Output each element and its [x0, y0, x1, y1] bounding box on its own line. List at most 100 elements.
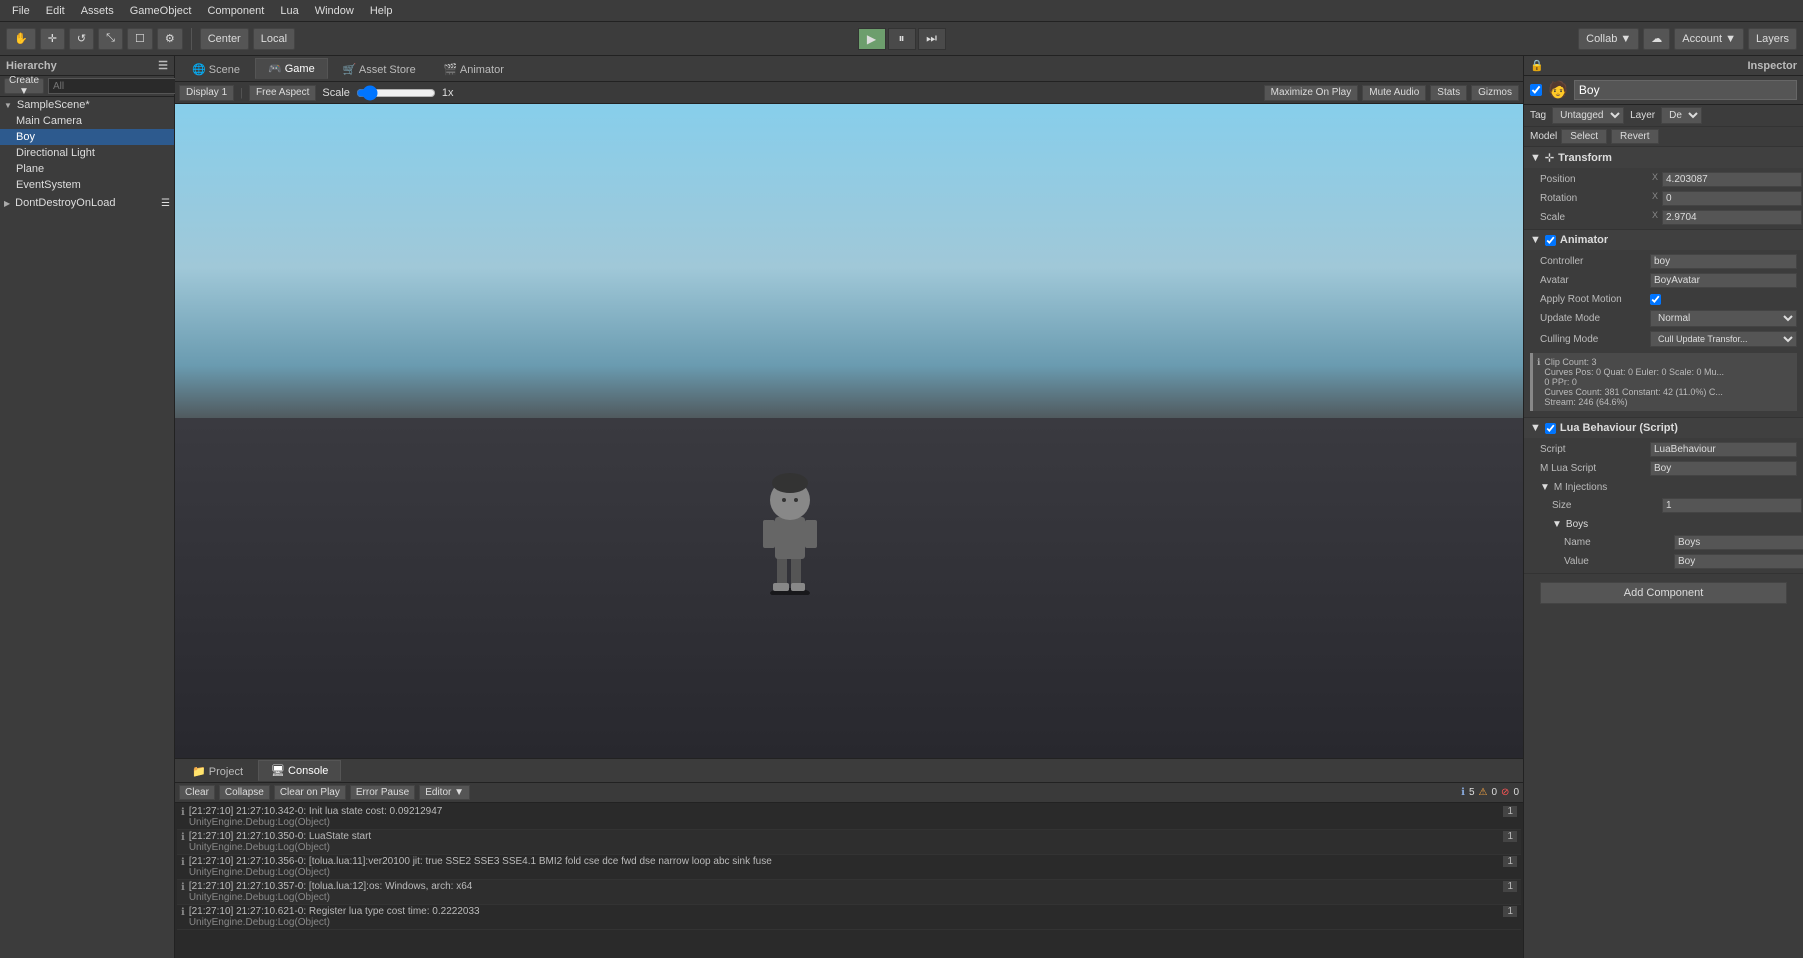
rot-x-input[interactable]	[1662, 191, 1802, 206]
bottom-tab-bar: 📁 Project 🖥 Console	[175, 759, 1523, 783]
apply-root-motion-checkbox[interactable]	[1650, 294, 1661, 305]
play-button[interactable]: ▶	[858, 28, 886, 50]
menu-window[interactable]: Window	[307, 3, 362, 19]
menu-edit[interactable]: Edit	[38, 3, 73, 19]
console-info-icon-4: ℹ	[181, 907, 185, 918]
cloud-button[interactable]: ☁	[1643, 28, 1670, 50]
value-input[interactable]	[1674, 554, 1803, 569]
hierarchy-dont-destroy[interactable]: ▶ DontDestroyOnLoad ☰	[0, 195, 174, 211]
tab-game[interactable]: 🎮 Game	[255, 58, 328, 79]
tool-transform[interactable]: ⚙	[157, 28, 183, 50]
boys-expand-icon[interactable]: ▼	[1552, 519, 1562, 530]
object-active-checkbox[interactable]	[1530, 84, 1542, 96]
tool-rotate[interactable]: ↺	[69, 28, 94, 50]
editor-dropdown[interactable]: Editor ▼	[419, 785, 470, 800]
scale-slider[interactable]	[356, 88, 436, 98]
lua-behaviour-header[interactable]: ▼ Lua Behaviour (Script)	[1524, 418, 1803, 438]
tab-game-icon: 🎮	[268, 63, 285, 75]
transform-icon: ⊹	[1545, 151, 1554, 164]
display-dropdown[interactable]: Display 1	[179, 85, 234, 101]
add-component-btn[interactable]: Add Component	[1540, 582, 1787, 604]
hierarchy-item-main-camera[interactable]: Main Camera	[0, 113, 174, 129]
console-line-0[interactable]: ℹ [21:27:10] 21:27:10.342-0: Init lua st…	[177, 805, 1521, 830]
controller-input[interactable]	[1650, 254, 1797, 269]
position-label: Position	[1540, 174, 1650, 185]
object-name-input[interactable]	[1574, 80, 1797, 100]
collapse-btn[interactable]: Collapse	[219, 785, 270, 800]
avatar-input[interactable]	[1650, 273, 1797, 288]
collab-button[interactable]: Collab ▼	[1578, 28, 1639, 50]
tab-scene[interactable]: 🌐 Scene	[179, 59, 253, 79]
maximize-on-play-btn[interactable]: Maximize On Play	[1264, 85, 1359, 101]
name-input[interactable]	[1674, 535, 1803, 550]
clear-on-play-btn[interactable]: Clear on Play	[274, 785, 346, 800]
warning-count: 0	[1491, 787, 1497, 798]
hierarchy-item-event-system[interactable]: EventSystem	[0, 177, 174, 193]
console-sub-1: UnityEngine.Debug:Log(Object)	[189, 842, 371, 853]
culling-mode-dropdown[interactable]: Cull Update Transfor...	[1650, 331, 1797, 347]
tool-move[interactable]: ✛	[40, 28, 65, 50]
pause-button[interactable]: ⏸	[888, 28, 916, 50]
lua-behaviour-component: ▼ Lua Behaviour (Script) Script M Lua Sc…	[1524, 418, 1803, 574]
gizmos-btn[interactable]: Gizmos	[1471, 85, 1519, 101]
menu-file[interactable]: File	[4, 3, 38, 19]
space-button[interactable]: Local	[253, 28, 295, 50]
tool-hand[interactable]: ✋	[6, 28, 36, 50]
tag-dropdown[interactable]: Untagged	[1552, 107, 1624, 124]
layer-label: Layer	[1630, 110, 1655, 121]
hierarchy-item-directional-light[interactable]: Directional Light	[0, 145, 174, 161]
script-input[interactable]	[1650, 442, 1797, 457]
menu-help[interactable]: Help	[362, 3, 401, 19]
layers-button[interactable]: Layers	[1748, 28, 1797, 50]
lua-enabled-checkbox[interactable]	[1545, 423, 1556, 434]
transform-title: Transform	[1558, 152, 1612, 164]
menu-component[interactable]: Component	[199, 3, 272, 19]
clear-btn[interactable]: Clear	[179, 785, 215, 800]
hierarchy-menu-icon[interactable]: ☰	[158, 59, 168, 72]
scale-x-input[interactable]	[1662, 210, 1802, 225]
console-line-4[interactable]: ℹ [21:27:10] 21:27:10.621-0: Register lu…	[177, 905, 1521, 930]
aspect-dropdown[interactable]: Free Aspect	[249, 85, 316, 101]
account-button[interactable]: Account ▼	[1674, 28, 1744, 50]
m-injections-expand[interactable]: ▼	[1540, 482, 1550, 493]
hierarchy-search[interactable]	[48, 78, 190, 94]
error-pause-btn[interactable]: Error Pause	[350, 785, 415, 800]
revert-btn[interactable]: Revert	[1611, 129, 1658, 144]
tab-project[interactable]: 📁 Project	[179, 761, 256, 781]
animator-header[interactable]: ▼ Animator	[1524, 230, 1803, 250]
layer-dropdown[interactable]: De	[1661, 107, 1702, 124]
menu-lua[interactable]: Lua	[272, 3, 306, 19]
hierarchy-create-btn[interactable]: Create ▼	[4, 78, 44, 94]
pos-x-input[interactable]	[1662, 172, 1802, 187]
tab-animator[interactable]: 🎬 Animator	[431, 59, 517, 79]
console-content[interactable]: ℹ [21:27:10] 21:27:10.342-0: Init lua st…	[175, 803, 1523, 958]
menu-assets[interactable]: Assets	[73, 3, 122, 19]
pivot-button[interactable]: Center	[200, 28, 249, 50]
tab-asset-store[interactable]: 🛒 Asset Store	[330, 59, 429, 79]
size-input[interactable]	[1662, 498, 1802, 513]
animator-enabled-checkbox[interactable]	[1545, 235, 1556, 246]
transform-header[interactable]: ▼ ⊹ Transform	[1524, 147, 1803, 168]
console-line-3[interactable]: ℹ [21:27:10] 21:27:10.357-0: [tolua.lua:…	[177, 880, 1521, 905]
select-btn[interactable]: Select	[1561, 129, 1607, 144]
tool-rect[interactable]: ☐	[127, 28, 153, 50]
hierarchy-item-boy[interactable]: Boy	[0, 129, 174, 145]
info-icon-box: ℹ	[1537, 357, 1540, 407]
tab-console[interactable]: 🖥 Console	[258, 760, 341, 781]
m-lua-script-input[interactable]	[1650, 461, 1797, 476]
tag-layer-row: Tag Untagged Layer De	[1524, 105, 1803, 127]
update-mode-dropdown[interactable]: Normal	[1650, 310, 1797, 327]
hierarchy-scene-root[interactable]: ▼ SampleScene*	[0, 97, 174, 113]
console-line-1[interactable]: ℹ [21:27:10] 21:27:10.350-0: LuaState st…	[177, 830, 1521, 855]
stats-btn[interactable]: Stats	[1430, 85, 1467, 101]
step-button[interactable]: ⏭	[918, 28, 946, 50]
update-mode-row: Update Mode Normal	[1524, 308, 1803, 329]
console-line-2[interactable]: ℹ [21:27:10] 21:27:10.356-0: [tolua.lua:…	[177, 855, 1521, 880]
console-count-4: 1	[1503, 906, 1517, 917]
mute-audio-btn[interactable]: Mute Audio	[1362, 85, 1426, 101]
hierarchy-item-plane[interactable]: Plane	[0, 161, 174, 177]
hierarchy-dont-destroy-menu[interactable]: ☰	[161, 198, 170, 209]
tool-scale[interactable]: ⤡	[98, 28, 123, 50]
menu-gameobject[interactable]: GameObject	[122, 3, 200, 19]
hierarchy-label-event-system: EventSystem	[16, 179, 81, 191]
